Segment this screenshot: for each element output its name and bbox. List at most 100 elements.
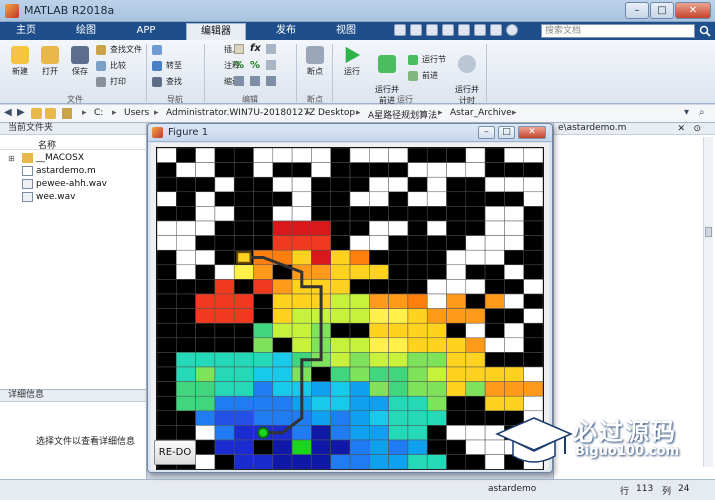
goal-marker — [257, 426, 270, 439]
up-folder-icon[interactable] — [31, 108, 42, 119]
undo-quick-icon[interactable] — [458, 24, 470, 36]
search-icon[interactable] — [699, 25, 711, 37]
grid-cell — [195, 395, 216, 412]
grid-cell — [523, 235, 544, 251]
grid-cell — [426, 220, 447, 236]
grid-cell — [176, 191, 196, 207]
grid-cell — [311, 410, 331, 426]
search-folder-icon[interactable]: ⌕ — [699, 108, 710, 119]
back-icon[interactable]: ◀ — [4, 108, 15, 119]
file-list-header[interactable]: 名称 — [0, 137, 147, 151]
grid-cell — [272, 410, 293, 426]
search-documentation-input[interactable]: 搜索文档 — [541, 24, 695, 38]
grid-cell — [272, 395, 293, 412]
run-section-button[interactable]: 运行节 — [408, 54, 446, 66]
address-dropdown-icon[interactable]: ▾ — [684, 108, 695, 119]
run-button[interactable]: 运行 — [338, 46, 366, 77]
breadcrumb-astar-folder[interactable]: A星路径规划算法 — [368, 108, 437, 121]
tab-plots[interactable]: 绘图 — [62, 23, 110, 40]
run-and-time-button[interactable]: 运行并 计时 — [452, 46, 482, 106]
breadcrumb-drive[interactable]: C: — [94, 108, 103, 118]
smart-indent-icon[interactable] — [234, 76, 244, 86]
grid-cell — [465, 366, 486, 382]
grid-cell — [407, 147, 428, 163]
editor-scrollbar[interactable] — [703, 137, 713, 467]
paste-quick-icon[interactable] — [442, 24, 454, 36]
grid-cell — [195, 293, 216, 309]
copy-quick-icon[interactable] — [426, 24, 438, 36]
forward-icon[interactable]: ▶ — [17, 108, 28, 119]
grid-cell — [484, 176, 505, 193]
indent-right-icon[interactable] — [250, 76, 260, 86]
tab-apps[interactable]: APP — [122, 23, 170, 40]
grid-cell — [156, 191, 177, 207]
new-button[interactable]: 新建 — [6, 46, 34, 77]
grid-cell — [156, 147, 177, 163]
close-editor-icon[interactable]: ✕ — [677, 124, 685, 134]
grid-cell — [349, 220, 370, 236]
switch-windows-icon[interactable] — [490, 24, 502, 36]
grid-cell — [523, 322, 544, 339]
print-button[interactable]: 打印 — [96, 76, 126, 88]
breadcrumb-users[interactable]: Users — [124, 108, 149, 118]
breadcrumb-astar-archive[interactable]: Astar_Archive — [450, 108, 512, 118]
editor-actions-icon[interactable]: ⊙ — [693, 124, 701, 134]
comment-percent-icon[interactable]: % — [234, 60, 244, 71]
save-button[interactable]: 保存 — [66, 46, 94, 77]
insert-section-icon[interactable] — [234, 44, 244, 54]
wrap-comments-icon[interactable] — [266, 60, 276, 70]
tab-publish[interactable]: 发布 — [262, 23, 310, 40]
tab-editor[interactable]: 编辑器 — [186, 23, 246, 40]
grid-cell — [484, 162, 505, 178]
grid-cell — [195, 249, 216, 266]
grid-cell — [311, 162, 331, 178]
grid-cell — [253, 220, 274, 236]
grid-cell — [369, 235, 389, 251]
expand-folder-icon[interactable]: ⊞ — [8, 154, 15, 163]
redo-button[interactable]: RE-DO — [154, 440, 196, 465]
insert-function-icon[interactable] — [266, 44, 276, 54]
find-files-button[interactable]: 查找文件 — [96, 44, 142, 56]
file-item-astardemo[interactable]: astardemo.m — [22, 165, 96, 177]
goto-button[interactable]: 转至 — [152, 60, 182, 72]
fx-icon[interactable]: fx — [250, 43, 261, 54]
name-column-header[interactable]: 名称 — [38, 138, 56, 151]
grid-cell — [426, 191, 447, 207]
help-icon[interactable] — [506, 24, 518, 36]
tab-home[interactable]: 主页 — [2, 23, 50, 40]
grid-cell — [176, 352, 196, 368]
indent-left-icon[interactable] — [266, 76, 276, 86]
breadcrumb-desktop[interactable]: Desktop — [318, 108, 355, 118]
file-item-macosx[interactable]: __MACOSX — [22, 152, 84, 164]
breakpoints-button[interactable]: 断点 — [302, 46, 328, 77]
file-item-pewee[interactable]: pewee-ahh.wav — [22, 178, 107, 190]
maximize-button[interactable]: □ — [650, 2, 674, 19]
grid-cell — [465, 264, 486, 280]
scroll-thumb[interactable] — [705, 227, 712, 237]
browse-folder-icon[interactable] — [45, 108, 56, 119]
grid-cell — [523, 147, 544, 163]
compare-button[interactable]: 比较 — [96, 60, 126, 72]
figure-minimize-button[interactable]: – — [478, 126, 495, 139]
advance-button[interactable]: 前进 — [408, 70, 438, 82]
grid-cell — [407, 206, 428, 222]
file-name: __MACOSX — [36, 153, 85, 163]
grid-cell — [369, 425, 389, 441]
figure-close-button[interactable]: ✕ — [518, 126, 546, 139]
breadcrumb-admin[interactable]: Administrator.WIN7U-20180127Z — [166, 108, 315, 118]
figure-maximize-button[interactable]: □ — [498, 126, 515, 139]
back-forward-button[interactable] — [152, 44, 166, 56]
tab-view[interactable]: 视图 — [322, 23, 370, 40]
grid-cell — [291, 235, 312, 251]
file-item-wee[interactable]: wee.wav — [22, 191, 76, 203]
uncomment-icon[interactable]: % — [250, 60, 260, 71]
find-button[interactable]: 查找 — [152, 76, 182, 88]
open-button[interactable]: 打开 — [36, 46, 64, 77]
minimize-button[interactable]: – — [625, 2, 649, 19]
save-quick-icon[interactable] — [394, 24, 406, 36]
grid-cell — [388, 279, 409, 295]
figure-window[interactable]: Figure 1 – □ ✕ RE-DO — [147, 123, 553, 473]
close-button[interactable]: ✕ — [675, 2, 711, 19]
redo-quick-icon[interactable] — [474, 24, 486, 36]
cut-quick-icon[interactable] — [410, 24, 422, 36]
